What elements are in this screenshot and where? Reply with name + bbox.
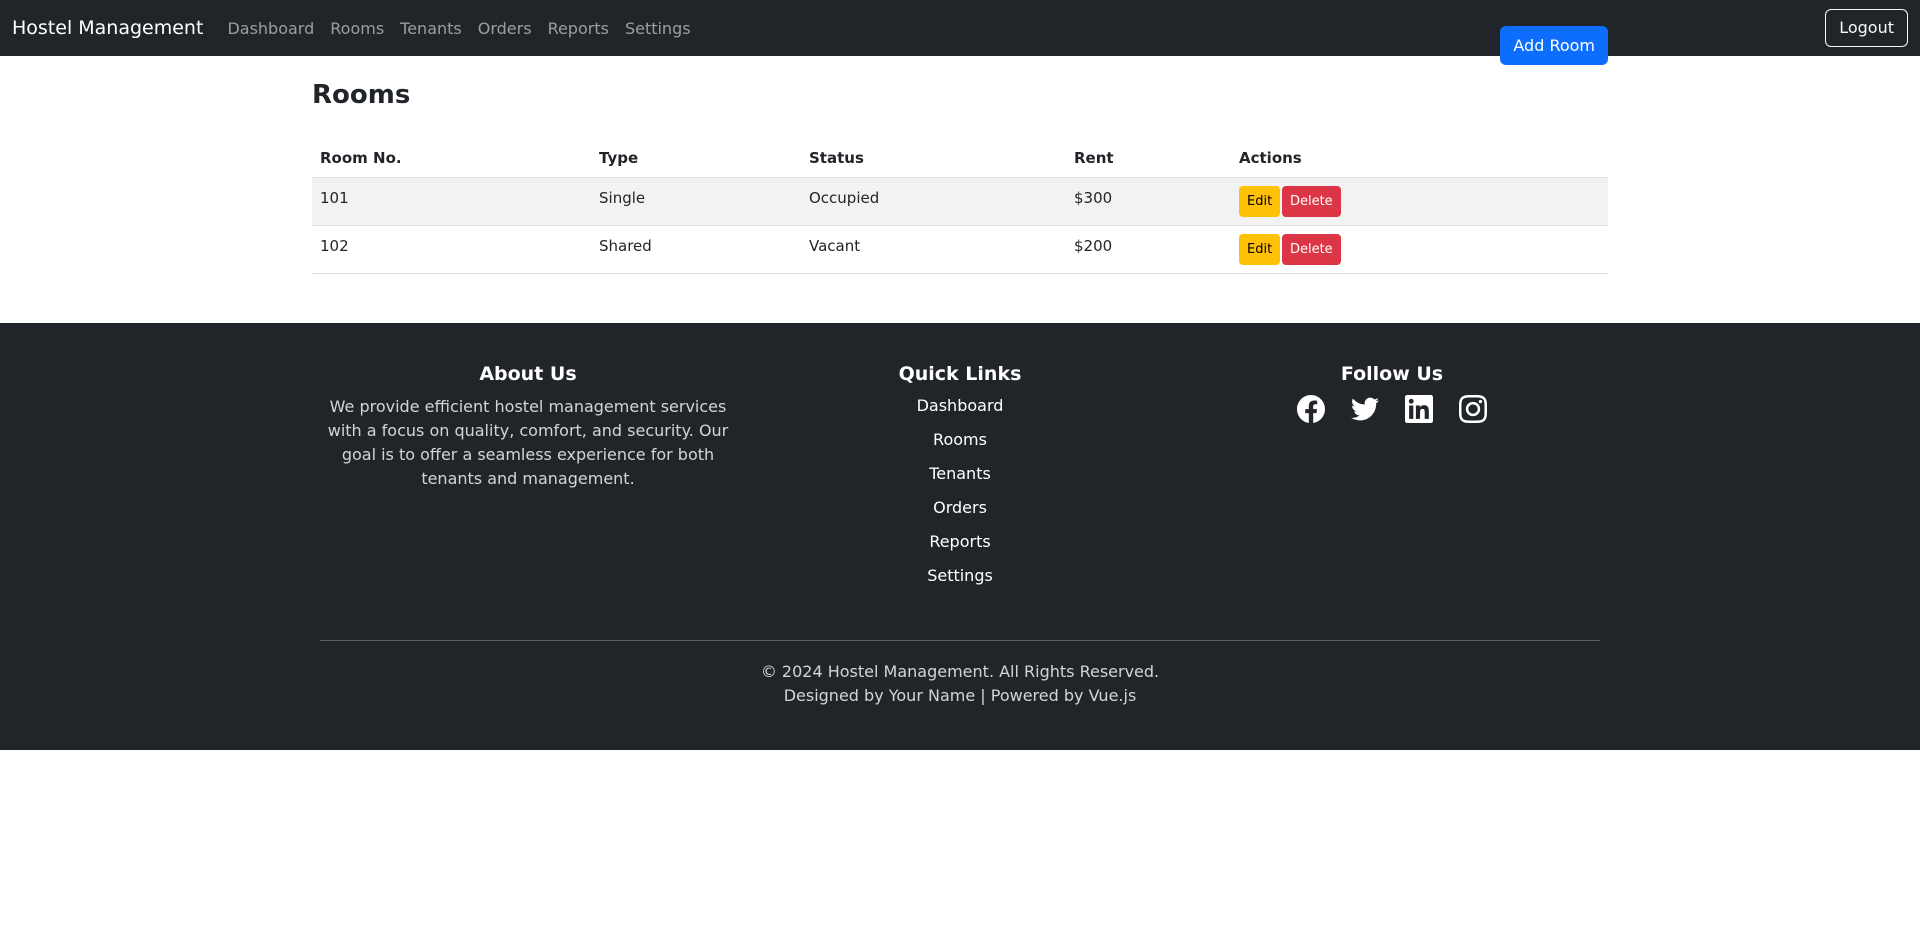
linkedin-icon[interactable] — [1405, 395, 1433, 423]
quick-links-list: Dashboard Rooms Tenants Orders Reports S… — [752, 395, 1168, 599]
edit-button[interactable]: Edit — [1239, 233, 1281, 265]
nav-link-orders[interactable]: Orders — [478, 19, 532, 38]
site-footer: About Us We provide efficient hostel man… — [0, 323, 1920, 750]
facebook-icon[interactable] — [1297, 395, 1325, 423]
page-header: Rooms — [312, 80, 1608, 110]
column-header-actions: Actions — [1231, 139, 1608, 178]
nav-link-dashboard[interactable]: Dashboard — [227, 19, 314, 38]
delete-button[interactable]: Delete — [1281, 185, 1341, 217]
list-item: Settings — [752, 565, 1168, 599]
rent-cell: $300 — [1066, 177, 1231, 226]
about-text: We provide efficient hostel management s… — [327, 397, 729, 488]
table-row: 102 Shared Vacant $200 Edit Delete — [312, 225, 1608, 274]
nav-link-reports[interactable]: Reports — [548, 19, 609, 38]
social-icons — [1184, 395, 1600, 423]
logout-button[interactable]: Logout — [1825, 9, 1908, 47]
footer-follow: Follow Us — [1176, 363, 1608, 599]
footer-divider — [320, 640, 1600, 641]
navbar-brand[interactable]: Hostel Management — [12, 17, 203, 39]
status-text: Occupied — [809, 189, 880, 207]
column-header-type: Type — [591, 139, 801, 178]
table-row: 101 Single Occupied $300 Edit Delete — [312, 177, 1608, 226]
footer-link-tenants[interactable]: Tenants — [929, 464, 991, 483]
add-room-button[interactable]: Add Room — [1500, 26, 1608, 65]
quick-links-title: Quick Links — [898, 363, 1022, 385]
actions-cell: Edit Delete — [1231, 177, 1608, 226]
rent-text: $200 — [1074, 237, 1113, 255]
type-cell: Single — [591, 177, 801, 226]
column-header-status: Status — [801, 139, 1066, 178]
top-navbar: Hostel Management Dashboard Rooms Tenant… — [0, 0, 1920, 56]
rent-text: $300 — [1074, 189, 1113, 207]
footer-link-orders[interactable]: Orders — [933, 498, 987, 517]
edit-button[interactable]: Edit — [1239, 185, 1281, 217]
status-text: Vacant — [809, 237, 861, 255]
table-header-row: Room No. Type Status Rent Actions — [312, 139, 1608, 178]
about-title: About Us — [479, 363, 577, 385]
footer-quick-links: Quick Links Dashboard Rooms Tenants Orde… — [744, 363, 1176, 599]
column-header-room-no: Room No. — [312, 139, 591, 178]
main-content: Rooms Add Room Room No. Type Status Rent… — [312, 26, 1608, 274]
nav-link-rooms[interactable]: Rooms — [330, 19, 384, 38]
list-item: Orders — [752, 497, 1168, 531]
type-cell: Shared — [591, 225, 801, 274]
room-no-text: 101 — [320, 189, 349, 207]
list-item: Dashboard — [752, 395, 1168, 429]
follow-title: Follow Us — [1340, 363, 1444, 385]
footer-link-reports[interactable]: Reports — [929, 532, 990, 551]
type-text: Single — [599, 189, 646, 207]
footer-link-dashboard[interactable]: Dashboard — [917, 396, 1004, 415]
footer-link-settings[interactable]: Settings — [927, 566, 993, 585]
status-cell: Occupied — [801, 177, 1066, 226]
page-title: Rooms — [312, 80, 411, 110]
footer-link-rooms[interactable]: Rooms — [933, 430, 987, 449]
nav-link-tenants[interactable]: Tenants — [400, 19, 462, 38]
nav-links: Dashboard Rooms Tenants Orders Reports S… — [227, 19, 706, 38]
nav-link-settings[interactable]: Settings — [625, 19, 691, 38]
room-no-text: 102 — [320, 237, 349, 255]
footer-about: About Us We provide efficient hostel man… — [312, 363, 744, 599]
credits-text: Designed by Your Name | Powered by Vue.j… — [783, 686, 1137, 705]
room-no-cell: 101 — [312, 177, 591, 226]
footer-bottom: © 2024 Hostel Management. All Rights Res… — [0, 660, 1920, 708]
column-header-rent: Rent — [1066, 139, 1231, 178]
rooms-table: Room No. Type Status Rent Actions 101 Si… — [312, 139, 1608, 274]
list-item: Tenants — [752, 463, 1168, 497]
footer-columns: About Us We provide efficient hostel man… — [312, 363, 1608, 599]
copyright-text: © 2024 Hostel Management. All Rights Res… — [760, 662, 1160, 681]
status-cell: Vacant — [801, 225, 1066, 274]
room-no-cell: 102 — [312, 225, 591, 274]
list-item: Rooms — [752, 429, 1168, 463]
instagram-icon[interactable] — [1459, 395, 1487, 423]
delete-button[interactable]: Delete — [1281, 233, 1341, 265]
rent-cell: $200 — [1066, 225, 1231, 274]
list-item: Reports — [752, 531, 1168, 565]
twitter-icon[interactable] — [1351, 395, 1379, 423]
type-text: Shared — [599, 237, 652, 255]
actions-cell: Edit Delete — [1231, 225, 1608, 274]
